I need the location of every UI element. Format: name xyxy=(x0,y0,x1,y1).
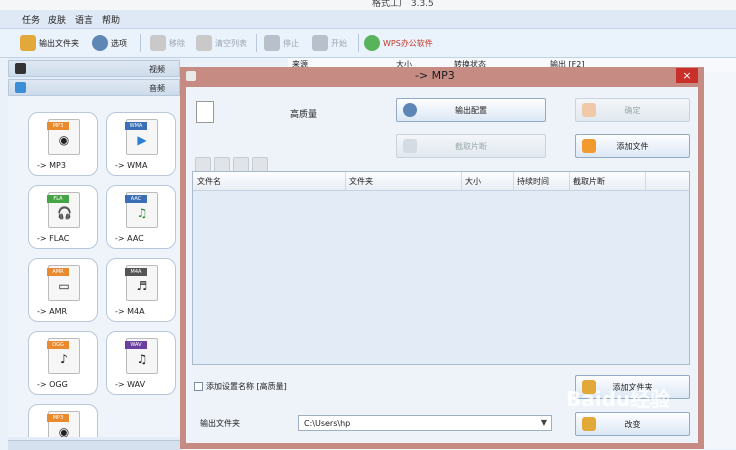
category-audio-label: 音频 xyxy=(149,84,165,93)
add-setting-name-row[interactable]: 添加设置名称 [高质量] xyxy=(194,381,287,392)
menu-bar: 任务 皮肤 语言 帮助 xyxy=(0,10,736,29)
mp3-format-icon xyxy=(196,101,214,123)
menu-skin[interactable]: 皮肤 xyxy=(48,13,66,26)
remove-button[interactable]: 移除 xyxy=(150,32,185,54)
format-wav[interactable]: WAV ♫ -> WAV xyxy=(106,331,176,395)
format-aac[interactable]: AAC ♫ -> AAC xyxy=(106,185,176,249)
amr-file-icon: AMR ▭ xyxy=(47,265,80,301)
format-ogg[interactable]: OGG ♪ -> OGG xyxy=(28,331,98,395)
clip-button[interactable]: 截取片断 xyxy=(396,134,546,158)
wav-file-icon: WAV ♫ xyxy=(125,338,158,374)
format-amr-label: -> AMR xyxy=(37,307,68,316)
col-filename[interactable]: 文件名 xyxy=(197,176,221,187)
clear-list-label: 清空列表 xyxy=(215,38,247,48)
format-m4a-label: -> M4A xyxy=(115,307,145,316)
format-grid: MP3 ◉ -> MP3 WMA ▶ -> WMA FLA 🎧 -> FLAC AAC… xyxy=(8,96,180,437)
stop-label: 停止 xyxy=(283,38,299,48)
col-size[interactable]: 大小 xyxy=(465,176,481,187)
options-icon xyxy=(92,35,108,51)
output-config-button[interactable]: 输出配置 xyxy=(396,98,546,122)
remove-icon xyxy=(150,35,166,51)
stop-button[interactable]: 停止 xyxy=(264,32,299,54)
format-m4a[interactable]: M4A ♬ -> M4A xyxy=(106,258,176,322)
format-mp3-partial[interactable]: MP3 ◉ xyxy=(28,404,98,437)
output-folder-button[interactable]: 输出文件夹 xyxy=(20,32,79,54)
toolbar: 输出文件夹 选项 移除 清空列表 停止 开始 WPS办公软件 xyxy=(0,29,736,58)
window-titlebar: 格式工厂 3.3.5 xyxy=(0,0,736,10)
close-button[interactable]: × xyxy=(676,68,698,83)
window-title: 格式工厂 3.3.5 xyxy=(372,0,434,9)
options-label: 选项 xyxy=(111,38,127,48)
category-audio[interactable]: 音频 xyxy=(8,79,180,96)
wps-button[interactable]: WPS办公软件 xyxy=(364,32,433,54)
quality-label: 高质量 xyxy=(290,110,318,120)
format-wav-label: -> WAV xyxy=(115,380,146,389)
app-icon xyxy=(186,71,196,81)
menu-language[interactable]: 语言 xyxy=(75,13,93,26)
category-video[interactable]: 视频 xyxy=(8,60,180,77)
format-mp3-label: -> MP3 xyxy=(37,161,66,170)
chevron-down-icon: ▼ xyxy=(540,418,547,427)
mp3-file-icon: MP3 ◉ xyxy=(47,411,80,437)
col-clip[interactable]: 截取片断 xyxy=(573,176,605,187)
output-folder-value: C:\Users\hp xyxy=(304,419,351,428)
remove-label: 移除 xyxy=(169,38,185,48)
category-video-label: 视频 xyxy=(149,65,165,74)
add-setting-name-label: 添加设置名称 [高质量] xyxy=(206,382,287,391)
clear-icon xyxy=(196,35,212,51)
mp3-file-icon: MP3 ◉ xyxy=(47,119,80,155)
start-label: 开始 xyxy=(331,38,347,48)
stop-icon xyxy=(264,35,280,51)
format-aac-label: -> AAC xyxy=(115,234,144,243)
format-flac[interactable]: FLA 🎧 -> FLAC xyxy=(28,185,98,249)
start-icon xyxy=(312,35,328,51)
watermark: Baidu经验 xyxy=(566,387,671,411)
wma-file-icon: WMA ▶ xyxy=(125,119,158,155)
ogg-file-icon: OGG ♪ xyxy=(47,338,80,374)
output-folder-label: 输出文件夹 xyxy=(39,38,79,48)
toolbar-separator xyxy=(358,34,359,52)
format-wma[interactable]: WMA ▶ -> WMA xyxy=(106,112,176,176)
format-ogg-label: -> OGG xyxy=(37,380,68,389)
dialog-titlebar: -> MP3 × xyxy=(180,67,704,85)
format-flac-label: -> FLAC xyxy=(37,234,70,243)
m4a-file-icon: M4A ♬ xyxy=(125,265,158,301)
video-icon xyxy=(15,63,26,74)
output-folder-select[interactable]: C:\Users\hp ▼ xyxy=(298,415,552,431)
folder-icon xyxy=(20,35,36,51)
format-mp3[interactable]: MP3 ◉ -> MP3 xyxy=(28,112,98,176)
toolbar-separator xyxy=(256,34,257,52)
clear-list-button[interactable]: 清空列表 xyxy=(196,32,247,54)
dialog-title: -> MP3 xyxy=(415,69,455,82)
file-table: 文件名 文件夹 大小 持续时间 截取片断 xyxy=(192,171,690,365)
format-wma-label: -> WMA xyxy=(115,161,148,170)
options-button[interactable]: 选项 xyxy=(92,32,127,54)
ok-button[interactable]: 确定 xyxy=(575,98,690,122)
aac-file-icon: AAC ♫ xyxy=(125,192,158,228)
category-panel: 视频 音频 MP3 ◉ -> MP3 WMA ▶ -> WMA FLA 🎧 -> FL… xyxy=(8,58,180,449)
add-file-button[interactable]: 添加文件 xyxy=(575,134,690,158)
audio-icon xyxy=(15,82,26,93)
main-list-area xyxy=(704,72,736,449)
wps-icon xyxy=(364,35,380,51)
file-table-header: 文件名 文件夹 大小 持续时间 截取片断 xyxy=(193,172,689,191)
col-folder[interactable]: 文件夹 xyxy=(349,176,373,187)
add-setting-name-checkbox[interactable] xyxy=(194,382,203,391)
start-button[interactable]: 开始 xyxy=(312,32,347,54)
menu-help[interactable]: 帮助 xyxy=(102,13,120,26)
toolbar-separator xyxy=(140,34,141,52)
col-duration[interactable]: 持续时间 xyxy=(517,176,549,187)
flac-file-icon: FLA 🎧 xyxy=(47,192,80,228)
format-amr[interactable]: AMR ▭ -> AMR xyxy=(28,258,98,322)
wps-label: WPS办公软件 xyxy=(383,38,433,48)
output-folder-label: 输出文件夹 xyxy=(200,419,240,428)
menu-task[interactable]: 任务 xyxy=(22,13,40,26)
change-button[interactable]: 改变 xyxy=(575,412,690,436)
